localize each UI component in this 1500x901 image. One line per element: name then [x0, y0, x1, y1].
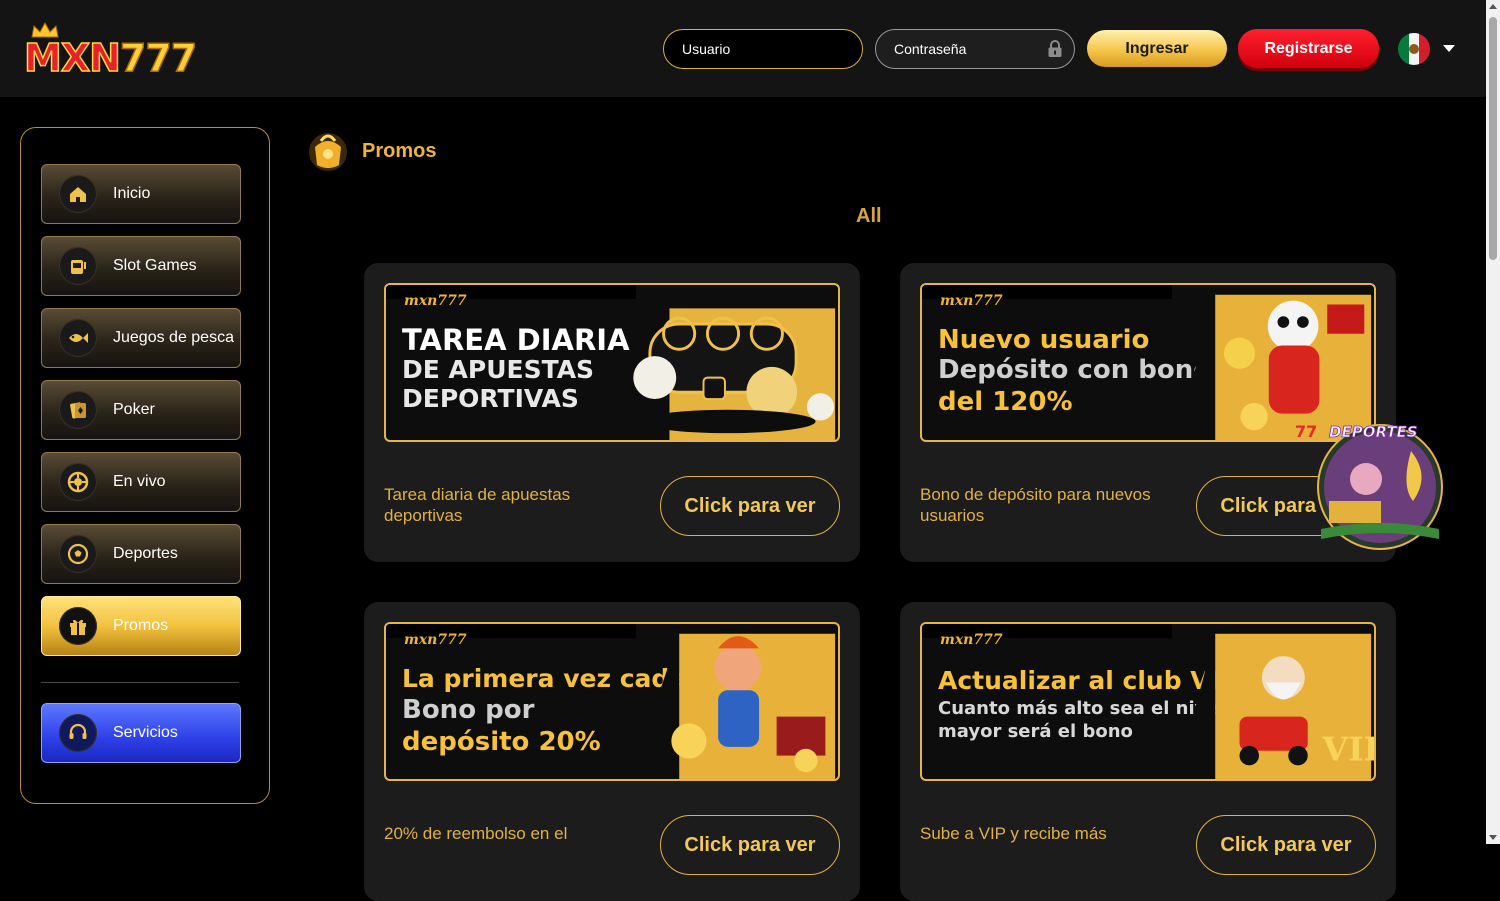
promo-card[interactable]: mxn777 La primera vez cada día Bono por …: [364, 602, 860, 901]
roulette-icon: [59, 463, 97, 501]
banner-subline: del 120%: [938, 387, 1073, 417]
svg-text:DEPORTES: DEPORTES: [1329, 423, 1418, 441]
svg-text:VIP: VIP: [1321, 729, 1374, 768]
scroll-down-arrow[interactable]: [1489, 835, 1497, 840]
headset-icon: [59, 714, 97, 752]
gift-bag-icon: [309, 133, 347, 171]
banner-subline: depósito 20%: [402, 727, 601, 757]
promo-banner[interactable]: mxn777 Nuevo usuario Depósito con bono d…: [920, 283, 1376, 442]
banner-brand: mxn777: [940, 293, 1003, 309]
view-promo-button[interactable]: Click para ver: [660, 476, 840, 536]
register-button[interactable]: Registrarse: [1238, 29, 1379, 68]
banner-brand: mxn777: [404, 632, 467, 648]
promo-description: Tarea diaria de apuestas deportivas: [384, 485, 571, 525]
page-title: Promos: [362, 140, 437, 162]
sidebar-item-label: Poker: [113, 401, 155, 418]
sidebar-item-promos[interactable]: Promos: [41, 596, 241, 656]
panda-mascot-art: [1176, 294, 1372, 440]
view-promo-button[interactable]: Click para ver: [1196, 815, 1376, 875]
sidebar-item-poker[interactable]: Poker: [41, 380, 241, 440]
sidebar-item-juegos-de-pesca[interactable]: Juegos de pesca: [41, 308, 241, 368]
lock-icon: [1048, 40, 1062, 57]
sidebar-item-deportes[interactable]: Deportes: [41, 524, 241, 584]
promo-banner[interactable]: mxn777 TAREA DIARIA DE APUESTAS DEPORTIV…: [384, 283, 840, 442]
sidebar-item-slot-games[interactable]: Slot Games: [41, 236, 241, 296]
mexico-flag-icon[interactable]: [1398, 33, 1430, 65]
banner-headline: Nuevo usuario: [938, 325, 1150, 355]
banner-subline: DE APUESTAS: [402, 355, 595, 384]
sidebar-item-label: Juegos de pesca: [113, 329, 234, 346]
banner-headline: TAREA DIARIA: [402, 323, 630, 357]
sidebar-item-label: Inicio: [113, 185, 151, 202]
banner-subline: DEPORTIVAS: [402, 384, 579, 413]
soccer-ball-icon: [59, 535, 97, 573]
login-button[interactable]: Ingresar: [1087, 30, 1227, 67]
sidebar-item-label: Slot Games: [113, 257, 197, 274]
scroll-thumb[interactable]: [1489, 17, 1497, 260]
cards-icon: [59, 391, 97, 429]
sidebar-item-label: En vivo: [113, 473, 166, 490]
sidebar-item-label: Deportes: [113, 545, 178, 562]
promo-banner[interactable]: mxn777 Actualizar al club VIP Cuanto más…: [920, 622, 1376, 781]
gift-icon: [59, 607, 97, 645]
sports-betting-art: [610, 308, 836, 440]
page-scrollbar[interactable]: [1486, 0, 1500, 844]
pirate-mascot-art: [630, 633, 836, 779]
promo-description: Sube a VIP y recibe más: [920, 824, 1107, 843]
banner-brand: mxn777: [404, 293, 467, 309]
filter-tab-all[interactable]: All: [856, 205, 882, 228]
fish-icon: [59, 319, 97, 357]
username-input[interactable]: [663, 29, 863, 69]
banner-brand: mxn777: [940, 632, 1003, 648]
svg-text:77: 77: [1295, 422, 1317, 441]
promo-banner[interactable]: mxn777 La primera vez cada día Bono por …: [384, 622, 840, 781]
promo-card[interactable]: mxn777 Actualizar al club VIP Cuanto más…: [900, 602, 1396, 901]
banner-subline: mayor será el bono: [938, 721, 1133, 742]
home-icon: [59, 175, 97, 213]
sports-floating-badge[interactable]: 77 DEPORTES: [1291, 421, 1447, 553]
top-header: MXN777 Ingresar Registrarse: [0, 0, 1486, 97]
sidebar-divider: [41, 682, 239, 683]
sidebar-item-label: Promos: [113, 617, 169, 634]
password-input[interactable]: [875, 29, 1075, 69]
sidebar-item-inicio[interactable]: Inicio: [41, 164, 241, 224]
sidebar-item-label: Servicios: [113, 724, 178, 741]
chevron-down-icon[interactable]: [1443, 45, 1455, 52]
sidebar-item-servicios[interactable]: Servicios: [41, 703, 241, 763]
site-logo[interactable]: MXN777: [23, 22, 198, 81]
vip-mascot-art: VIP: [1176, 633, 1374, 779]
promo-card[interactable]: mxn777 TAREA DIARIA DE APUESTAS DEPORTIV…: [364, 263, 860, 562]
sidebar-item-en-vivo[interactable]: En vivo: [41, 452, 241, 512]
banner-subline: Bono por: [402, 695, 535, 725]
sidebar: Inicio Slot Games Juegos de pesca Poker …: [20, 127, 270, 804]
scroll-up-arrow[interactable]: [1489, 4, 1497, 9]
promo-description: 20% de reembolso en el: [384, 824, 568, 843]
promo-description: Bono de depósito para nuevos usuarios: [920, 485, 1151, 525]
slot-machine-icon: [59, 247, 97, 285]
logo-wordmark: MXN777: [23, 35, 198, 81]
view-promo-button[interactable]: Click para ver: [660, 815, 840, 875]
